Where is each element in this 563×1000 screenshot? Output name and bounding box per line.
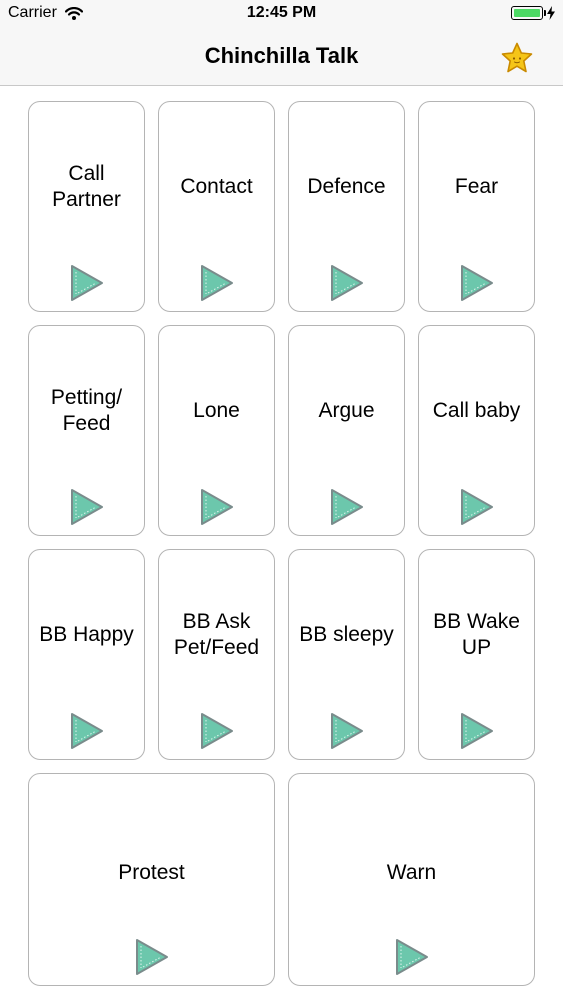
- sound-tile-bb-wake-up[interactable]: BB Wake UP: [418, 549, 535, 760]
- favorites-button[interactable]: [497, 38, 537, 78]
- play-icon[interactable]: [329, 263, 365, 303]
- charging-icon: [547, 6, 555, 20]
- status-bar: Carrier 12:45 PM: [0, 0, 563, 30]
- star-icon: [501, 42, 533, 73]
- sound-tile-defence[interactable]: Defence: [288, 101, 405, 312]
- sound-tile-lone[interactable]: Lone: [158, 325, 275, 536]
- battery-icon: [511, 6, 546, 20]
- play-icon[interactable]: [459, 711, 495, 751]
- sound-tile-label: BB Happy: [39, 623, 134, 646]
- play-icon[interactable]: [459, 487, 495, 527]
- sound-tile-call-baby[interactable]: Call baby: [418, 325, 535, 536]
- sound-tile-bb-ask-pet-feed[interactable]: BB Ask Pet/Feed: [158, 549, 275, 760]
- sound-tile-bb-happy[interactable]: BB Happy: [28, 549, 145, 760]
- play-icon[interactable]: [459, 263, 495, 303]
- battery-fill: [514, 9, 540, 17]
- sound-tile-label: Petting/ Feed: [50, 386, 123, 435]
- battery-cap: [544, 10, 546, 16]
- play-icon[interactable]: [134, 937, 170, 977]
- play-icon[interactable]: [199, 487, 235, 527]
- navigation-bar: Chinchilla Talk: [0, 30, 563, 86]
- play-icon[interactable]: [329, 487, 365, 527]
- sound-tile-call-partner[interactable]: Call Partner: [28, 101, 145, 312]
- sound-tile-bb-sleepy[interactable]: BB sleepy: [288, 549, 405, 760]
- sound-tile-warn[interactable]: Warn: [288, 773, 535, 986]
- sound-tile-protest[interactable]: Protest: [28, 773, 275, 986]
- status-time: 12:45 PM: [246, 4, 317, 21]
- sound-tile-label: Warn: [386, 861, 437, 884]
- sound-tile-label: BB Ask Pet/Feed: [173, 610, 260, 659]
- sound-tile-label: Call Partner: [52, 162, 121, 211]
- sound-tile-label: Fear: [454, 175, 499, 198]
- page-title: Chinchilla Talk: [204, 43, 359, 68]
- play-icon[interactable]: [69, 263, 105, 303]
- sound-tile-label: Lone: [193, 399, 240, 422]
- sound-tile-label: Call baby: [432, 399, 521, 422]
- play-icon[interactable]: [199, 711, 235, 751]
- sound-tile-fear[interactable]: Fear: [418, 101, 535, 312]
- sound-tile-label: BB Wake UP: [433, 610, 520, 659]
- play-icon[interactable]: [69, 711, 105, 751]
- play-icon[interactable]: [199, 263, 235, 303]
- sound-tile-label: BB sleepy: [299, 623, 394, 646]
- sound-tile-label: Argue: [318, 399, 375, 422]
- sound-tile-label: Defence: [307, 175, 386, 198]
- sound-tile-petting-feed[interactable]: Petting/ Feed: [28, 325, 145, 536]
- battery-group: [511, 6, 555, 20]
- sound-tile-contact[interactable]: Contact: [158, 101, 275, 312]
- play-icon[interactable]: [394, 937, 430, 977]
- play-icon[interactable]: [329, 711, 365, 751]
- play-icon[interactable]: [69, 487, 105, 527]
- sound-tile-label: Contact: [180, 175, 253, 198]
- sound-tile-argue[interactable]: Argue: [288, 325, 405, 536]
- sound-tile-label: Protest: [118, 861, 185, 884]
- sound-grid: Call Partner Contact Defence Fear Petting/ F…: [0, 86, 563, 1000]
